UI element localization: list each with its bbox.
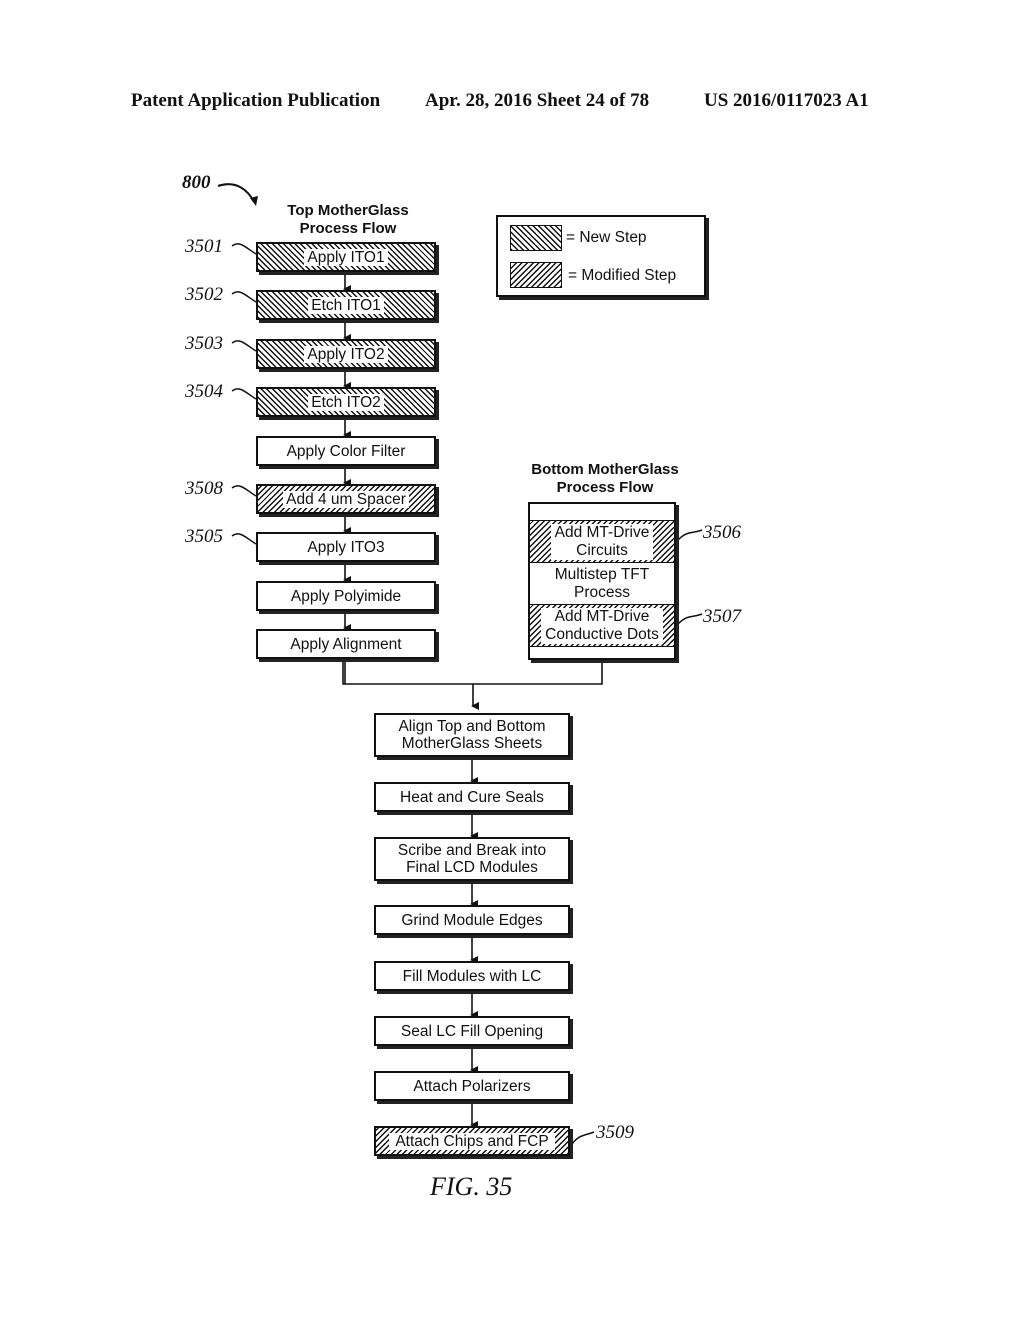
bottom-step-1: Add MT-Drive Circuits — [530, 520, 674, 562]
merged-step-3: Scribe and Break into Final LCD Modules — [374, 837, 570, 881]
top-flow-title-line2: Process Flow — [299, 220, 397, 237]
figure-caption: FIG. 35 — [430, 1172, 513, 1201]
ref-3505: 3505 — [185, 526, 223, 547]
merged-step-line1: Heat and Cure Seals — [397, 788, 547, 806]
ref-leader-3501 — [231, 243, 257, 255]
modified-step-swatch — [510, 262, 562, 288]
bottom-flow-title-line2: Process Flow — [556, 479, 654, 496]
merged-step-5: Fill Modules with LC — [374, 961, 570, 991]
merged-step-line1: Attach Chips and FCP — [392, 1132, 552, 1150]
top-step-label: Apply ITO1 — [304, 248, 388, 266]
connector-lines — [217, 183, 703, 1145]
merged-step-line1: Seal LC Fill Opening — [397, 1022, 547, 1040]
merged-step-1: Align Top and Bottom MotherGlass Sheets — [374, 713, 570, 757]
merged-step-line1: Align Top and Bottom — [395, 718, 549, 735]
top-step-2: Etch ITO1 — [256, 290, 436, 320]
ref-leader-3502 — [231, 291, 257, 303]
ref-3501: 3501 — [185, 236, 223, 257]
bottom-step-2: Multistep TFT Process — [530, 562, 674, 604]
top-step-label: Etch ITO1 — [308, 296, 384, 314]
top-step-9: Apply Alignment — [256, 629, 436, 659]
top-step-5: Apply Color Filter — [256, 436, 436, 466]
bottom-step-3-line1: Add MT-Drive — [552, 607, 652, 625]
bottom-step-3-line2: Conductive Dots — [543, 625, 661, 643]
bottom-flow-stack: Add MT-Drive Circuits Multistep TFT Proces… — [528, 502, 676, 660]
merged-step-label: Heat and Cure Seals — [394, 788, 550, 806]
ref-leader-3507 — [677, 613, 703, 625]
bottom-step-1-line2: Circuits — [574, 541, 630, 559]
top-step-1: Apply ITO1 — [256, 242, 436, 272]
top-step-8: Apply Polyimide — [256, 581, 436, 611]
bottom-step-spacer — [530, 646, 674, 660]
merged-step-4: Grind Module Edges — [374, 905, 570, 935]
merge-connector — [342, 661, 603, 685]
merged-step-label: Seal LC Fill Opening — [394, 1022, 550, 1040]
ref-3502: 3502 — [185, 284, 223, 305]
bottom-step-3: Add MT-Drive Conductive Dots — [530, 604, 674, 646]
top-step-6: Add 4 um Spacer — [256, 484, 436, 514]
top-step-3: Apply ITO2 — [256, 339, 436, 369]
ref-leader-3508 — [231, 485, 257, 497]
bottom-step-2-line1: Multistep TFT — [552, 565, 652, 583]
top-step-label: Apply ITO3 — [304, 538, 388, 556]
merged-step-2: Heat and Cure Seals — [374, 782, 570, 812]
top-step-label: Etch ITO2 — [308, 393, 384, 411]
ref-3509: 3509 — [596, 1122, 634, 1143]
figure-ref-arrow — [217, 183, 255, 203]
merged-step-line1: Grind Module Edges — [398, 911, 546, 929]
top-flow-title: Top MotherGlass Process Flow — [262, 202, 434, 238]
top-step-label: Apply Polyimide — [287, 587, 405, 605]
ref-leader-3503 — [231, 340, 257, 352]
ref-3503: 3503 — [185, 333, 223, 354]
ref-leader-3506 — [677, 529, 703, 541]
merged-step-line1: Fill Modules with LC — [399, 967, 545, 985]
merged-step-line2: MotherGlass Sheets — [398, 735, 546, 752]
merged-step-6: Seal LC Fill Opening — [374, 1016, 570, 1046]
ref-3508: 3508 — [185, 478, 223, 499]
merged-step-label: Grind Module Edges — [395, 911, 549, 929]
bottom-flow-title: Bottom MotherGlass Process Flow — [510, 461, 700, 497]
bottom-flow-title-line1: Bottom MotherGlass — [531, 461, 679, 478]
merged-step-7: Attach Polarizers — [374, 1071, 570, 1101]
ref-leader-3504 — [231, 388, 257, 400]
top-flow-title-line1: Top MotherGlass — [287, 202, 409, 219]
top-step-4: Etch ITO2 — [256, 387, 436, 417]
merged-step-label: Scribe and Break into Final LCD Modules — [391, 842, 553, 876]
bottom-step-1-line1: Add MT-Drive — [552, 523, 652, 541]
ref-leader-3509 — [571, 1131, 595, 1145]
top-step-7: Apply ITO3 — [256, 532, 436, 562]
legend-new-step: = New Step — [566, 229, 647, 246]
top-step-label: Apply Color Filter — [283, 442, 409, 460]
merged-step-label: Align Top and Bottom MotherGlass Sheets — [392, 718, 552, 752]
top-step-label: Apply ITO2 — [304, 345, 388, 363]
new-step-swatch — [510, 225, 562, 251]
merged-step-line2: Final LCD Modules — [403, 859, 541, 876]
bottom-step-2-line2: Process — [571, 583, 632, 601]
ref-leader-3505 — [231, 533, 257, 545]
merged-step-label: Attach Polarizers — [407, 1077, 537, 1095]
merged-step-line1: Scribe and Break into — [394, 842, 550, 859]
merged-step-label: Attach Chips and FCP — [389, 1132, 555, 1150]
top-step-label: Apply Alignment — [287, 635, 405, 653]
legend: = New Step = Modified Step — [496, 215, 706, 297]
ref-3507: 3507 — [703, 606, 741, 627]
top-step-label: Add 4 um Spacer — [283, 490, 409, 508]
merged-step-label: Fill Modules with LC — [396, 967, 548, 985]
figure-ref-number: 800 — [182, 172, 211, 193]
legend-modified-step: = Modified Step — [568, 267, 677, 284]
ref-3504: 3504 — [185, 381, 223, 402]
ref-3506: 3506 — [703, 522, 741, 543]
merged-step-8: Attach Chips and FCP — [374, 1126, 570, 1156]
merged-step-line1: Attach Polarizers — [410, 1077, 534, 1095]
